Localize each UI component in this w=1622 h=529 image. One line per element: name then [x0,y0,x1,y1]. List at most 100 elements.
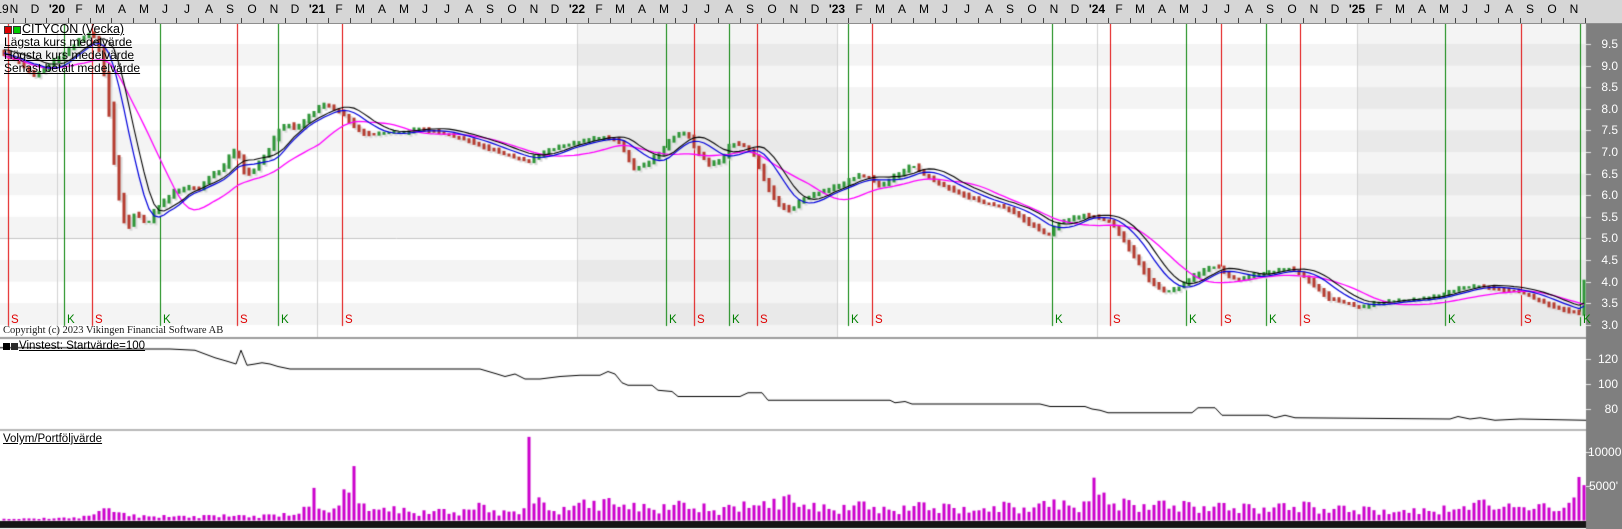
time-axis-tick [1216,18,1217,23]
volume-axis-label: 5000' [1588,479,1618,493]
price-axis-label: 8.0 [1588,102,1618,116]
time-axis-tick [1455,18,1456,23]
time-axis-tick [176,18,177,23]
time-axis-month-label: A [1245,2,1253,16]
time-axis-month-label: F [855,2,862,16]
time-axis-tick [415,18,416,23]
time-axis-tick [328,18,329,23]
sell-signal-label: S [95,315,103,326]
price-axis-label: 7.5 [1588,123,1618,137]
vinstest-axis-label: 80 [1588,402,1618,416]
vinstest-legend: Vinstest: Startvärde=100 [3,340,145,352]
time-axis-tick [978,18,979,23]
time-axis-month-label: A [1418,2,1426,16]
sell-signal-label: S [697,315,705,326]
time-axis-month-label: M [659,2,669,16]
legend-ma-close-label: Senast betalt medelvärde [4,62,140,75]
time-axis-tick [935,18,936,23]
time-axis-month-label: N [270,2,279,16]
time-axis-month-label: A [378,2,386,16]
price-axis-label: 6.5 [1588,167,1618,181]
time-axis-tick [1281,18,1282,23]
time-axis-tick [263,18,264,23]
price-axis-label: 6.0 [1588,188,1618,202]
time-axis-tick [1130,18,1131,23]
time-axis-tick [545,18,546,23]
time-axis-month-label: J [1462,2,1468,16]
time-axis-month-label: 19 [0,2,9,16]
time-axis-month-label: N [530,2,539,16]
vinstest-axis-label: 120 [1588,352,1618,366]
time-axis-tick [826,18,827,23]
time-axis-month-label: F [335,2,342,16]
price-axis-label: 3.5 [1588,296,1618,310]
time-axis-month-label: A [985,2,993,16]
buy-signal-label: K [851,315,859,326]
time-axis-month-label: A [205,2,213,16]
time-axis-tick [891,18,892,23]
time-axis-tick [805,18,806,23]
time-axis-tick [480,18,481,23]
buy-signal-label: K [1269,315,1277,326]
time-axis-month-label: D [551,2,560,16]
time-axis-tick [1520,18,1521,23]
time-axis-month-label: S [486,2,494,16]
time-axis-tick [848,18,849,23]
time-axis-tick [1195,18,1196,23]
time-axis-tick [1065,18,1066,23]
time-axis-tick [1000,18,1001,23]
time-axis-month-label: D [1331,2,1340,16]
time-axis-month-label: M [615,2,625,16]
time-axis-tick [1021,18,1022,23]
time-axis-month-label: M [95,2,105,16]
buy-signal-label: K [732,315,740,326]
time-axis-tick [783,18,784,23]
time-axis-tick [1325,18,1326,23]
time-axis-month-label: M [399,2,409,16]
vinstest-series-swatch2-icon [11,343,18,350]
time-axis-month-label: O [1287,2,1296,16]
time-axis-month-label: F [595,2,602,16]
price-axis-label: 5.0 [1588,231,1618,245]
price-axis-label: 9.0 [1588,59,1618,73]
time-axis-tick [588,18,589,23]
time-axis-month-label: J [704,2,710,16]
time-axis-tick [1390,18,1391,23]
time-axis-tick [1173,18,1174,23]
time-axis-tick [1411,18,1412,23]
time-axis-year-label: '21 [309,2,325,16]
time-axis-month-label: M [1179,2,1189,16]
time-axis-tick [458,18,459,23]
time-axis-month-label: F [1115,2,1122,16]
time-axis-month-label: A [898,2,906,16]
buy-signal-label: K [1189,315,1197,326]
time-axis-tick [610,18,611,23]
buy-signal-label: K [1448,315,1456,326]
down-candle-swatch-icon [4,26,12,34]
time-axis-tick [653,18,654,23]
price-axis-label: 8.5 [1588,80,1618,94]
time-axis-month-label: N [1050,2,1059,16]
time-axis-tick [1086,18,1087,23]
time-axis-month-label: A [638,2,646,16]
chart-canvas[interactable] [0,0,1622,529]
time-axis-tick [371,18,372,23]
time-axis-month-label: J [1202,2,1208,16]
time-axis[interactable]: 19ND'20FMAMJJASOND'21FMAMJJASOND'22FMAMJ… [0,0,1622,24]
time-axis-month-label: J [162,2,168,16]
time-axis-month-label: J [422,2,428,16]
time-axis-tick [1498,18,1499,23]
time-axis-tick [1346,18,1347,23]
time-axis-tick [501,18,502,23]
time-axis-month-label: O [767,2,776,16]
vinstest-panel-label: Vinstest: Startvärde=100 [19,340,145,352]
time-axis-month-label: S [746,2,754,16]
up-candle-swatch-icon [13,26,21,34]
time-axis-month-label: D [31,2,40,16]
time-axis-year-label: '25 [1349,2,1365,16]
time-axis-tick [1541,18,1542,23]
time-axis-month-label: O [1027,2,1036,16]
sell-signal-label: S [760,315,768,326]
time-axis-tick [718,18,719,23]
time-axis-month-label: A [1158,2,1166,16]
